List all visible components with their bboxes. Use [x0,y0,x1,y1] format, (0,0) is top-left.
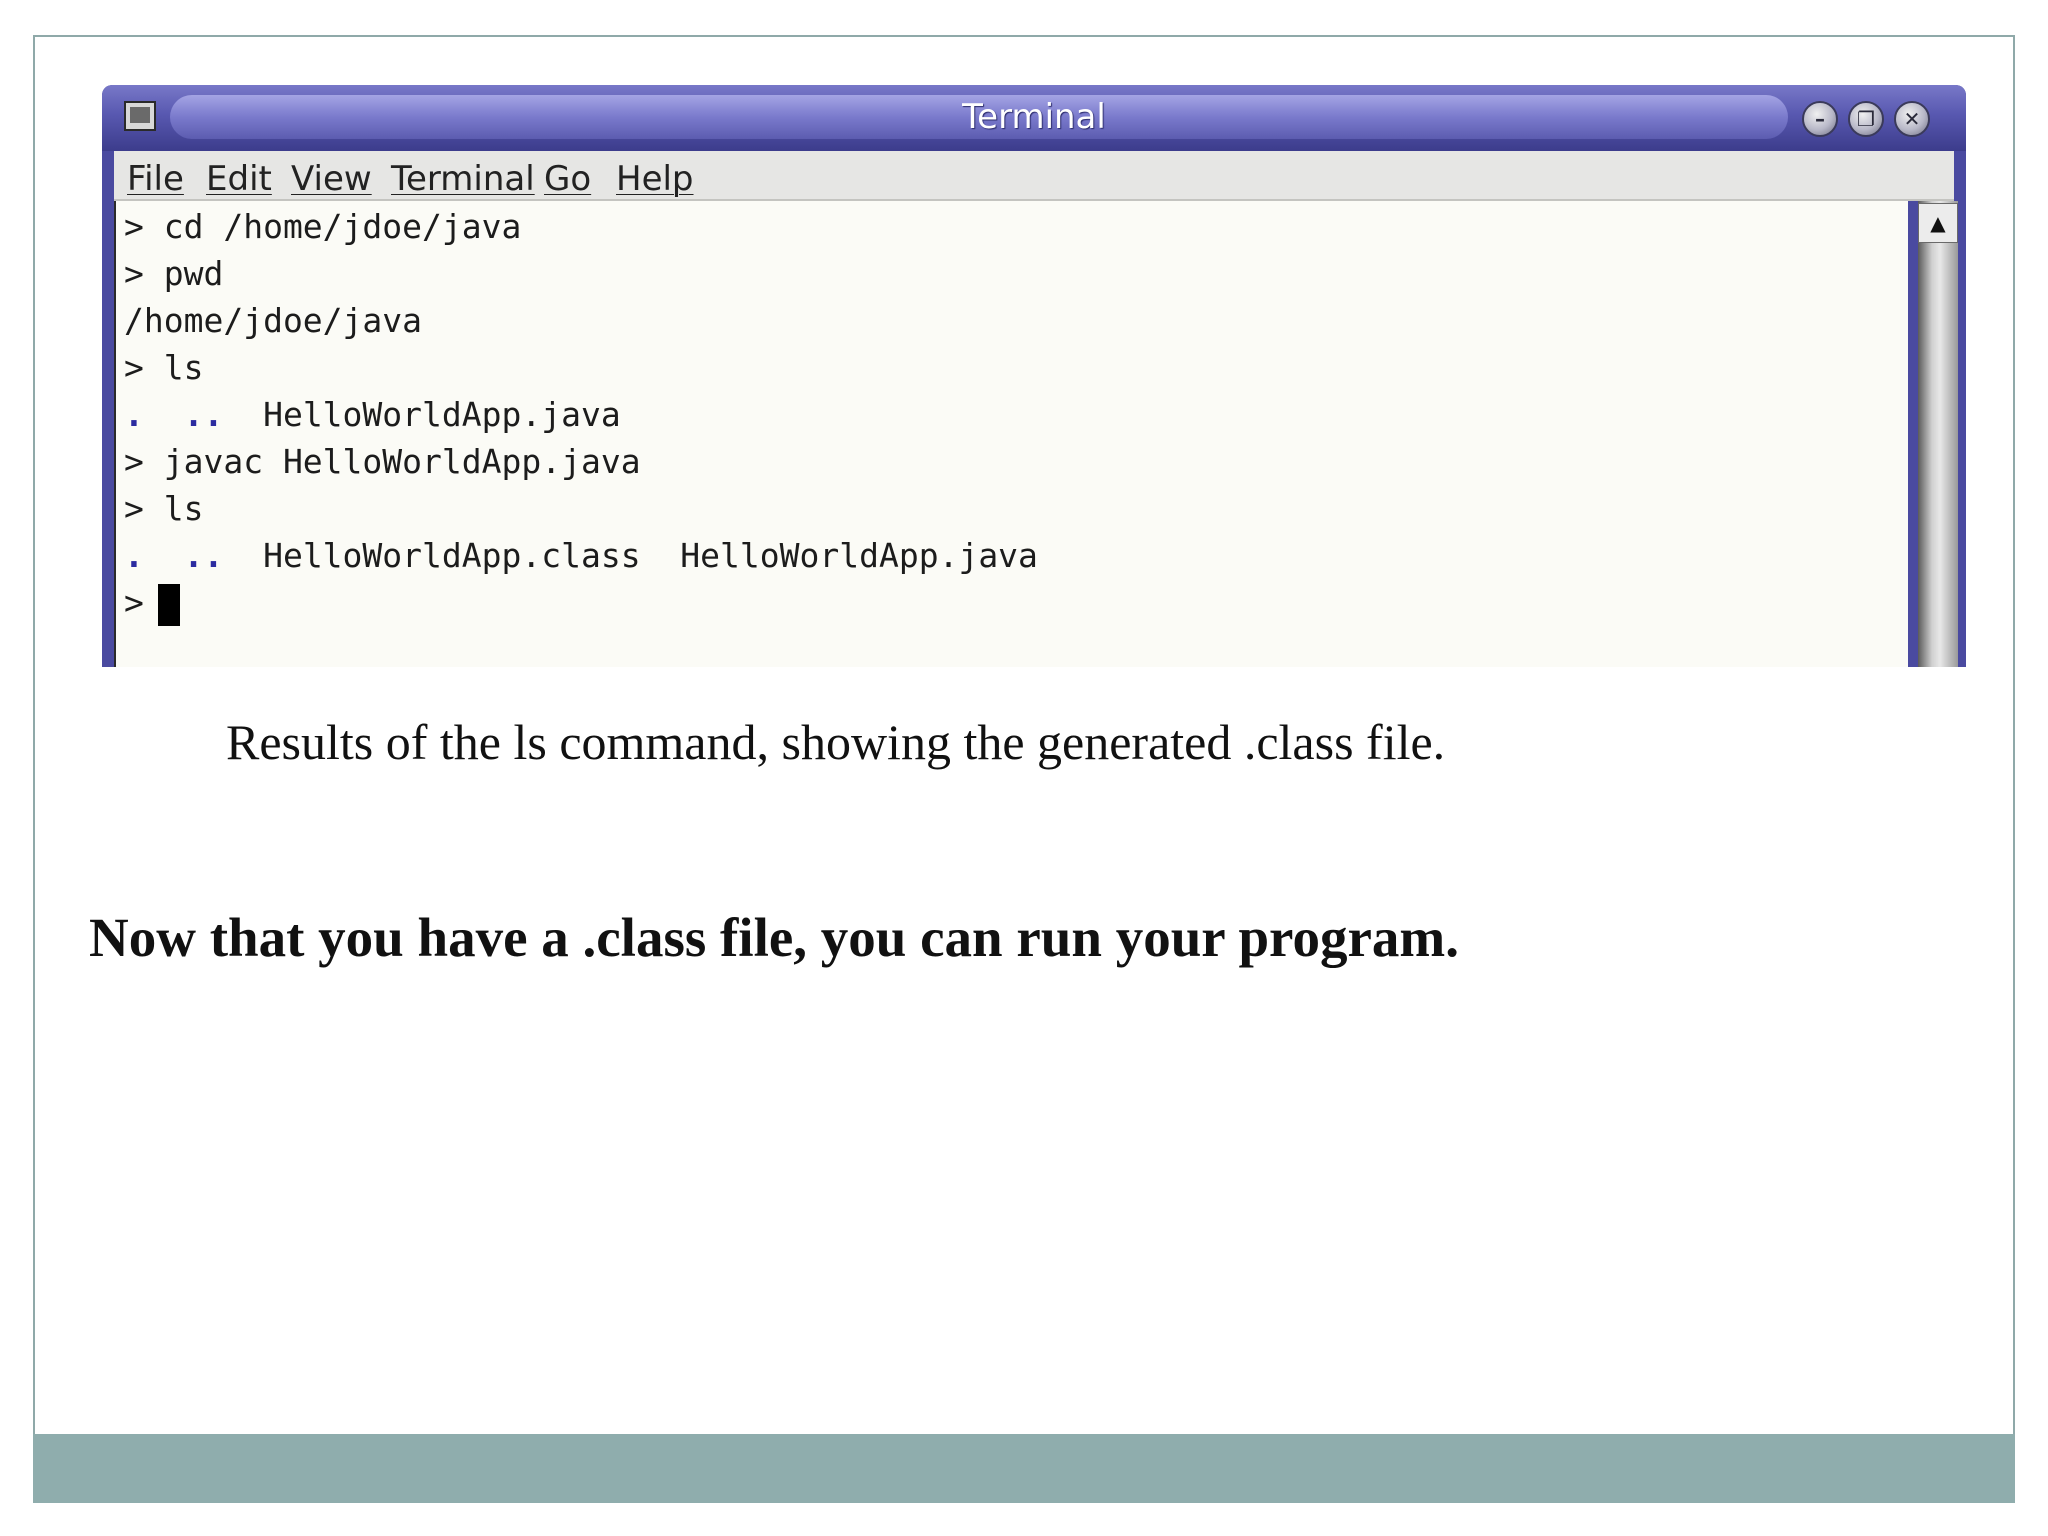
vertical-scrollbar[interactable]: ▲ [1908,201,1966,667]
menu-edit[interactable]: Edit [206,159,272,199]
footer-band [33,1434,2015,1503]
title-bar[interactable]: Terminal – ❐ ✕ [102,85,1966,151]
menu-bar: File Edit View Terminal Go Help [114,151,1954,201]
arrow-up-icon[interactable]: ▲ [1918,203,1958,243]
directory-dots: . .. [124,395,224,434]
figure-caption: Results of the ls command, showing the g… [226,714,1446,770]
terminal-line: > ls [124,348,204,387]
terminal-prompt-line: > [124,579,180,626]
terminal-line: > javac HelloWorldApp.java [124,442,641,481]
terminal-line: > ls [124,489,204,528]
menu-help[interactable]: Help [616,159,694,199]
terminal-line: /home/jdoe/java [124,301,423,340]
menu-go[interactable]: Go [544,159,591,199]
terminal-line: . .. HelloWorldApp.java [124,395,621,434]
menu-file[interactable]: File [127,159,184,199]
directory-dots: . .. [124,536,224,575]
scrollbar-track[interactable] [1918,201,1958,667]
terminal-line: . .. HelloWorldApp.class HelloWorldApp.j… [124,536,1038,575]
window-title: Terminal [962,97,1106,137]
terminal-output[interactable]: > cd /home/jdoe/java > pwd /home/jdoe/ja… [114,201,1908,667]
slide-body-text: Now that you have a .class file, you can… [89,907,1459,968]
terminal-window: Terminal – ❐ ✕ File Edit View Terminal G… [102,85,1966,667]
text-cursor [157,583,180,626]
menu-terminal[interactable]: Terminal [391,159,535,199]
menu-view[interactable]: View [291,159,372,199]
minimize-icon[interactable]: – [1802,101,1838,137]
maximize-icon[interactable]: ❐ [1848,101,1884,137]
terminal-line: > cd /home/jdoe/java [124,207,522,246]
close-icon[interactable]: ✕ [1894,101,1930,137]
terminal-line: > pwd [124,254,224,293]
